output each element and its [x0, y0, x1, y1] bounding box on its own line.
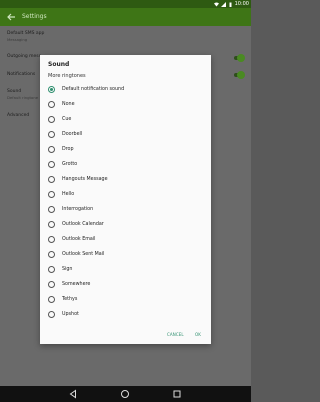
setting-title: Advanced	[7, 113, 30, 118]
option-label: Doorbell	[62, 132, 83, 137]
ringtone-option[interactable]: Outlook Sent Mail	[46, 248, 204, 262]
ringtone-option[interactable]: Upshot	[46, 308, 204, 322]
back-icon[interactable]	[68, 389, 78, 399]
radio-button[interactable]	[48, 236, 55, 243]
option-label: Upshot	[62, 312, 79, 317]
notifications-toggle[interactable]	[233, 71, 245, 79]
ringtone-option[interactable]: Grotto	[46, 158, 204, 172]
radio-button[interactable]	[48, 311, 55, 318]
setting-subtitle: Default ringtone	[7, 95, 39, 100]
ringtone-option[interactable]: None	[46, 98, 204, 112]
option-label: Grotto	[62, 162, 78, 167]
app-bar: Settings	[0, 8, 251, 26]
ringtone-option[interactable]: Sign	[46, 263, 204, 277]
radio-button[interactable]	[48, 176, 55, 183]
radio-button[interactable]	[48, 251, 55, 258]
option-label: Hangouts Message	[62, 177, 108, 182]
option-label: Outlook Email	[62, 237, 96, 242]
option-label: Interrogation	[62, 207, 94, 212]
home-icon[interactable]	[120, 389, 130, 399]
cancel-button[interactable]: CANCEL	[167, 332, 184, 338]
option-label: Hello	[62, 192, 75, 197]
ringtone-option[interactable]: Outlook Calendar	[46, 218, 204, 232]
setting-title: Outgoing mess	[7, 54, 41, 59]
radio-button-checked[interactable]	[48, 86, 55, 93]
sound-dialog: Sound More ringtones Default notificatio…	[40, 55, 211, 344]
setting-advanced[interactable]: Advanced	[7, 113, 29, 119]
option-label: Cue	[62, 117, 72, 122]
navigation-bar	[0, 386, 251, 402]
ringtone-option[interactable]: Hangouts Message	[46, 173, 204, 187]
radio-button[interactable]	[48, 116, 55, 123]
radio-button[interactable]	[48, 266, 55, 273]
setting-notifications[interactable]: Notifications	[7, 72, 35, 78]
recents-icon[interactable]	[172, 389, 182, 399]
radio-button[interactable]	[48, 296, 55, 303]
ringtone-option[interactable]: Cue	[46, 113, 204, 127]
ringtone-option[interactable]: Drop	[46, 143, 204, 157]
ringtone-option[interactable]: Doorbell	[46, 128, 204, 142]
battery-icon	[228, 2, 233, 7]
setting-outgoing[interactable]: Outgoing mess	[7, 54, 41, 60]
ringtone-option[interactable]: Somewhere	[46, 278, 204, 292]
option-label: Somewhere	[62, 282, 91, 287]
signal-icon	[220, 1, 226, 7]
option-label: Outlook Calendar	[62, 222, 104, 227]
radio-button[interactable]	[48, 221, 55, 228]
setting-sound[interactable]: Sound Default ringtone	[7, 89, 38, 100]
option-label: Default notification sound	[62, 87, 125, 92]
option-label: Tethys	[62, 297, 78, 302]
ringtone-option[interactable]: Outlook Email	[46, 233, 204, 247]
wifi-icon	[213, 2, 219, 7]
ringtone-option[interactable]: Tethys	[46, 293, 204, 307]
radio-button[interactable]	[48, 146, 55, 153]
status-icons: 10:00	[213, 0, 249, 8]
ok-button[interactable]: OK	[195, 332, 201, 338]
radio-button[interactable]	[48, 101, 55, 108]
back-arrow-icon[interactable]	[6, 12, 16, 22]
more-ringtones-header[interactable]: More ringtones	[48, 72, 86, 80]
ringtone-option[interactable]: Default notification sound	[46, 83, 204, 97]
dialog-title: Sound	[48, 61, 70, 68]
ringtone-option[interactable]: Hello	[46, 188, 204, 202]
page-title: Settings	[22, 13, 47, 20]
option-label: None	[62, 102, 75, 107]
option-label: Drop	[62, 147, 74, 152]
ringtone-option[interactable]: Interrogation	[46, 203, 204, 217]
option-label: Sign	[62, 267, 73, 272]
setting-subtitle: Messaging	[7, 37, 28, 42]
radio-button[interactable]	[48, 206, 55, 213]
option-label: Outlook Sent Mail	[62, 252, 105, 257]
status-bar: 10:00	[0, 0, 251, 8]
setting-default-sms-app[interactable]: Default SMS app Messaging	[7, 31, 44, 42]
radio-button[interactable]	[48, 131, 55, 138]
outgoing-toggle[interactable]	[233, 54, 245, 62]
radio-button[interactable]	[48, 191, 55, 198]
setting-title: Notifications	[7, 72, 36, 77]
radio-button[interactable]	[48, 161, 55, 168]
status-time: 10:00	[234, 1, 249, 7]
radio-button[interactable]	[48, 281, 55, 288]
